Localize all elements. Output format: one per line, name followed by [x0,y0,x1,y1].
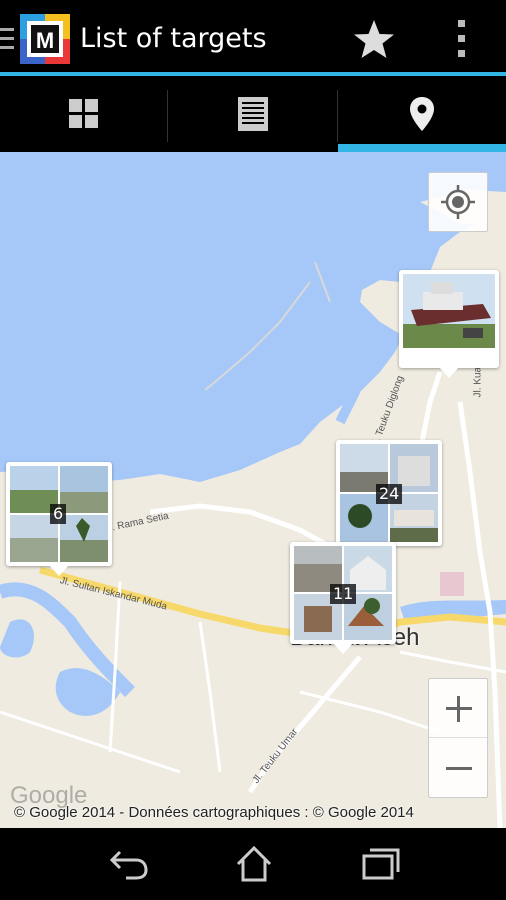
zoom-controls [428,678,488,798]
cluster-count: 6 [50,504,67,524]
photo-marker-ship[interactable] [399,270,499,378]
action-bar: M List of targets [0,0,506,76]
system-nav-bar [0,828,506,900]
home-icon[interactable] [232,844,276,884]
selected-tab-indicator [338,144,506,152]
view-tabs [0,80,506,152]
map-attribution: © Google 2014 - Données cartographiques … [14,804,414,821]
photo-cluster-marker[interactable]: 6 [6,462,112,576]
action-bar-divider [0,72,506,76]
map-view[interactable]: Google Banda Aceh Jl. Sultan Iskandar Mu… [0,152,506,828]
photo-cluster-marker[interactable]: 11 [290,542,396,654]
app-logo-icon[interactable]: M [20,14,70,64]
tab-grid[interactable] [0,80,168,152]
svg-text:M: M [36,28,54,53]
my-location-icon [441,185,475,219]
back-icon[interactable] [106,844,150,884]
tab-list[interactable] [168,80,338,152]
marker-photo [403,274,495,348]
page-title: List of targets [80,23,267,54]
photo-cluster-marker[interactable]: 24 [336,440,442,546]
map-pin-icon [410,97,434,135]
my-location-button[interactable] [428,172,488,232]
overflow-menu-icon[interactable] [448,18,476,62]
tab-map[interactable] [338,80,506,152]
drawer-menu-icon[interactable] [0,28,14,50]
grid-view-icon [69,99,99,133]
zoom-in-button[interactable] [429,679,487,738]
list-view-icon [238,97,268,135]
cluster-count: 11 [330,584,357,604]
cluster-count: 24 [376,484,403,504]
star-icon[interactable] [352,18,396,62]
zoom-out-button[interactable] [429,739,487,798]
recent-apps-icon[interactable] [360,844,404,884]
